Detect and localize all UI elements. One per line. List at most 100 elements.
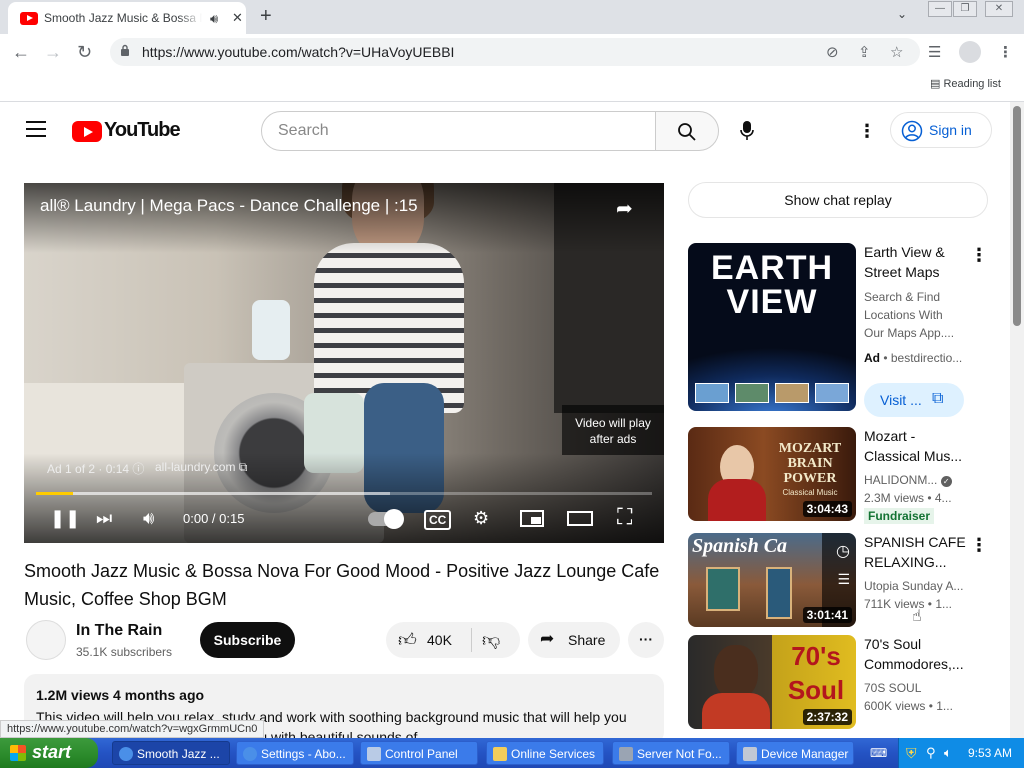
reload-button[interactable]: ↻ <box>77 42 92 63</box>
ad-title[interactable]: all® Laundry | Mega Pacs - Dance Challen… <box>40 196 418 216</box>
ad-counter: Ad 1 of 2 · 0:14 ⓘ <box>47 462 145 476</box>
media-controls-icon[interactable]: ☰ <box>928 43 941 61</box>
miniplayer-icon[interactable] <box>520 510 544 527</box>
theater-mode-icon[interactable] <box>567 511 593 526</box>
channel-name[interactable]: Utopia Sunday A... <box>864 579 963 593</box>
view-count-age: 1.2M views 4 months ago <box>36 687 205 703</box>
thumbs-down-icon[interactable]: 👎︎ <box>482 629 500 651</box>
70s-soul-thumbnail[interactable]: 70's Soul 2:37:32 <box>688 635 856 729</box>
channel-name[interactable]: 70S SOUL <box>864 681 921 695</box>
video-title[interactable]: 70's Soul Commodores,... <box>864 634 974 674</box>
control-panel-icon <box>367 747 381 761</box>
thumbs-up-icon[interactable]: 👍︎ <box>398 629 417 651</box>
tab-search-chevron-icon[interactable]: ⌄ <box>897 7 907 21</box>
youtube-wordmark[interactable]: YouTube <box>104 119 181 142</box>
ad-site-link[interactable]: all-laundry.com ⧉ <box>155 460 247 475</box>
next-icon[interactable]: ⏭︎ <box>96 508 112 529</box>
video-player[interactable] <box>24 183 664 543</box>
taskbar-item[interactable]: Settings - Abo... <box>236 741 354 765</box>
video-menu-kebab-icon[interactable]: ⋮ <box>970 535 988 556</box>
add-to-queue-icon[interactable]: ☰ <box>837 571 850 588</box>
channel-name[interactable]: HALIDONM... ✓ <box>864 473 952 487</box>
keyboard-icon[interactable]: ⌨ <box>870 746 887 760</box>
mozart-coat <box>708 479 766 521</box>
pause-icon[interactable]: ❚❚ <box>50 508 80 529</box>
browser-tab[interactable]: Smooth Jazz Music & Bossa Nova For Good … <box>8 2 246 34</box>
restore-button[interactable]: ❐ <box>953 1 977 17</box>
visit-label: Visit ... <box>880 392 922 408</box>
bookmark-star-icon[interactable]: ☆ <box>890 43 903 61</box>
profile-avatar-icon[interactable] <box>959 41 981 63</box>
show-chat-replay-button[interactable]: Show chat replay <box>688 182 988 218</box>
close-tab-icon[interactable]: ✕ <box>232 10 243 26</box>
minimize-button[interactable]: — <box>928 1 952 17</box>
autoplay-toggle[interactable] <box>368 509 404 529</box>
folder-icon <box>493 747 507 761</box>
video-title[interactable]: SPANISH CAFE RELAXING... <box>864 532 974 572</box>
visit-button[interactable]: Visit ... ⧉ <box>864 383 964 417</box>
external-link-icon: ⧉ <box>932 390 944 407</box>
ad-title-sidebar[interactable]: Earth View & Street Maps <box>864 242 974 282</box>
video-title[interactable]: Mozart - Classical Mus... <box>864 426 974 466</box>
taskbar-item[interactable]: Online Services <box>486 741 604 765</box>
ad-description: Search & Find Locations With Our Maps Ap… <box>864 290 955 340</box>
earth-view-ad-thumbnail[interactable]: EARTH VIEW <box>688 243 856 411</box>
channel-name[interactable]: In The Rain <box>76 622 162 640</box>
voice-search-button[interactable] <box>729 113 765 149</box>
speaker-icon[interactable]: 🔊︎ <box>210 11 218 27</box>
thumb-text: MOZART BRAIN POWER <box>778 441 842 486</box>
taskbar-item[interactable]: Device Manager <box>736 741 854 765</box>
view-meta: 2.3M views • 4... <box>864 491 952 505</box>
taskbar-item[interactable]: Control Panel <box>360 741 478 765</box>
chrome-menu-icon[interactable]: ⋮ <box>998 43 1013 61</box>
url-text[interactable]: https://www.youtube.com/watch?v=UHaVoyUE… <box>142 44 454 60</box>
ad-menu-kebab-icon[interactable]: ⋮ <box>970 245 988 266</box>
start-button[interactable]: start <box>0 738 98 768</box>
more-actions-icon[interactable]: ··· <box>628 622 664 658</box>
subtitles-icon[interactable]: CC <box>424 510 452 530</box>
close-window-button[interactable]: ✕ <box>985 1 1013 17</box>
new-tab-button[interactable]: + <box>260 5 272 28</box>
clock[interactable]: 9:53 AM <box>968 746 1012 760</box>
mozart-thumbnail[interactable]: MOZART BRAIN POWER Classical Music 3:04:… <box>688 427 856 521</box>
volume-tray-icon[interactable]: 🔈︎ <box>944 745 952 761</box>
share-icon[interactable]: ⇪ <box>858 43 871 61</box>
search-button[interactable] <box>655 111 719 151</box>
sign-in-button[interactable]: Sign in <box>890 112 992 148</box>
watch-later-clock-icon[interactable]: ◷ <box>836 541 850 561</box>
subscribe-button[interactable]: Subscribe <box>200 622 295 658</box>
taskbar-item[interactable]: Server Not Fo... <box>612 741 730 765</box>
status-bar-url: https://www.youtube.com/watch?v=wgxGrmmU… <box>0 720 265 738</box>
security-shield-icon[interactable]: ⛨ <box>906 745 917 762</box>
eye-slash-icon[interactable]: ⊘ <box>826 43 839 61</box>
share-button[interactable]: ➦ Share <box>528 622 620 658</box>
external-link-icon: ⧉ <box>238 460 248 474</box>
video-will-play-notice: Video will play after ads <box>562 405 664 455</box>
fullscreen-icon[interactable]: ⛶ <box>617 504 632 530</box>
fundraiser-badge: Fundraiser <box>864 508 935 524</box>
thumb-mini-2 <box>735 383 769 403</box>
forward-button[interactable]: → <box>44 42 62 63</box>
taskbar-item[interactable]: Smooth Jazz ... <box>112 741 230 765</box>
progress-played <box>36 492 73 495</box>
share-arrow-icon: ➦ <box>540 629 555 648</box>
settings-gear-icon[interactable]: ⚙ <box>473 508 489 529</box>
volume-icon[interactable]: 🔊︎ <box>143 508 154 529</box>
scrollbar-thumb[interactable] <box>1013 106 1021 326</box>
back-button[interactable]: ← <box>12 42 30 63</box>
channel-avatar[interactable] <box>26 620 66 660</box>
player-share-icon[interactable]: ➦ <box>616 196 633 221</box>
hamburger-menu-icon[interactable] <box>26 121 46 137</box>
youtube-logo-icon[interactable] <box>72 121 102 142</box>
settings-kebab-icon[interactable]: ⋮ <box>858 121 876 142</box>
spanish-cafe-thumbnail[interactable]: Spanish Ca ◷ ☰ 3:01:41 <box>688 533 856 627</box>
like-count[interactable]: 40K <box>427 632 452 648</box>
info-icon[interactable]: ⓘ <box>132 462 144 476</box>
share-label: Share <box>568 632 606 648</box>
search-input[interactable] <box>278 121 638 141</box>
thumb-mini-1 <box>695 383 729 403</box>
mouse-cursor-hand-icon: ☝︎ <box>912 608 922 625</box>
thumb-face <box>714 645 758 699</box>
reading-list-button[interactable]: ▤ Reading list <box>930 77 1001 90</box>
network-icon[interactable]: ⚲ <box>926 745 936 761</box>
